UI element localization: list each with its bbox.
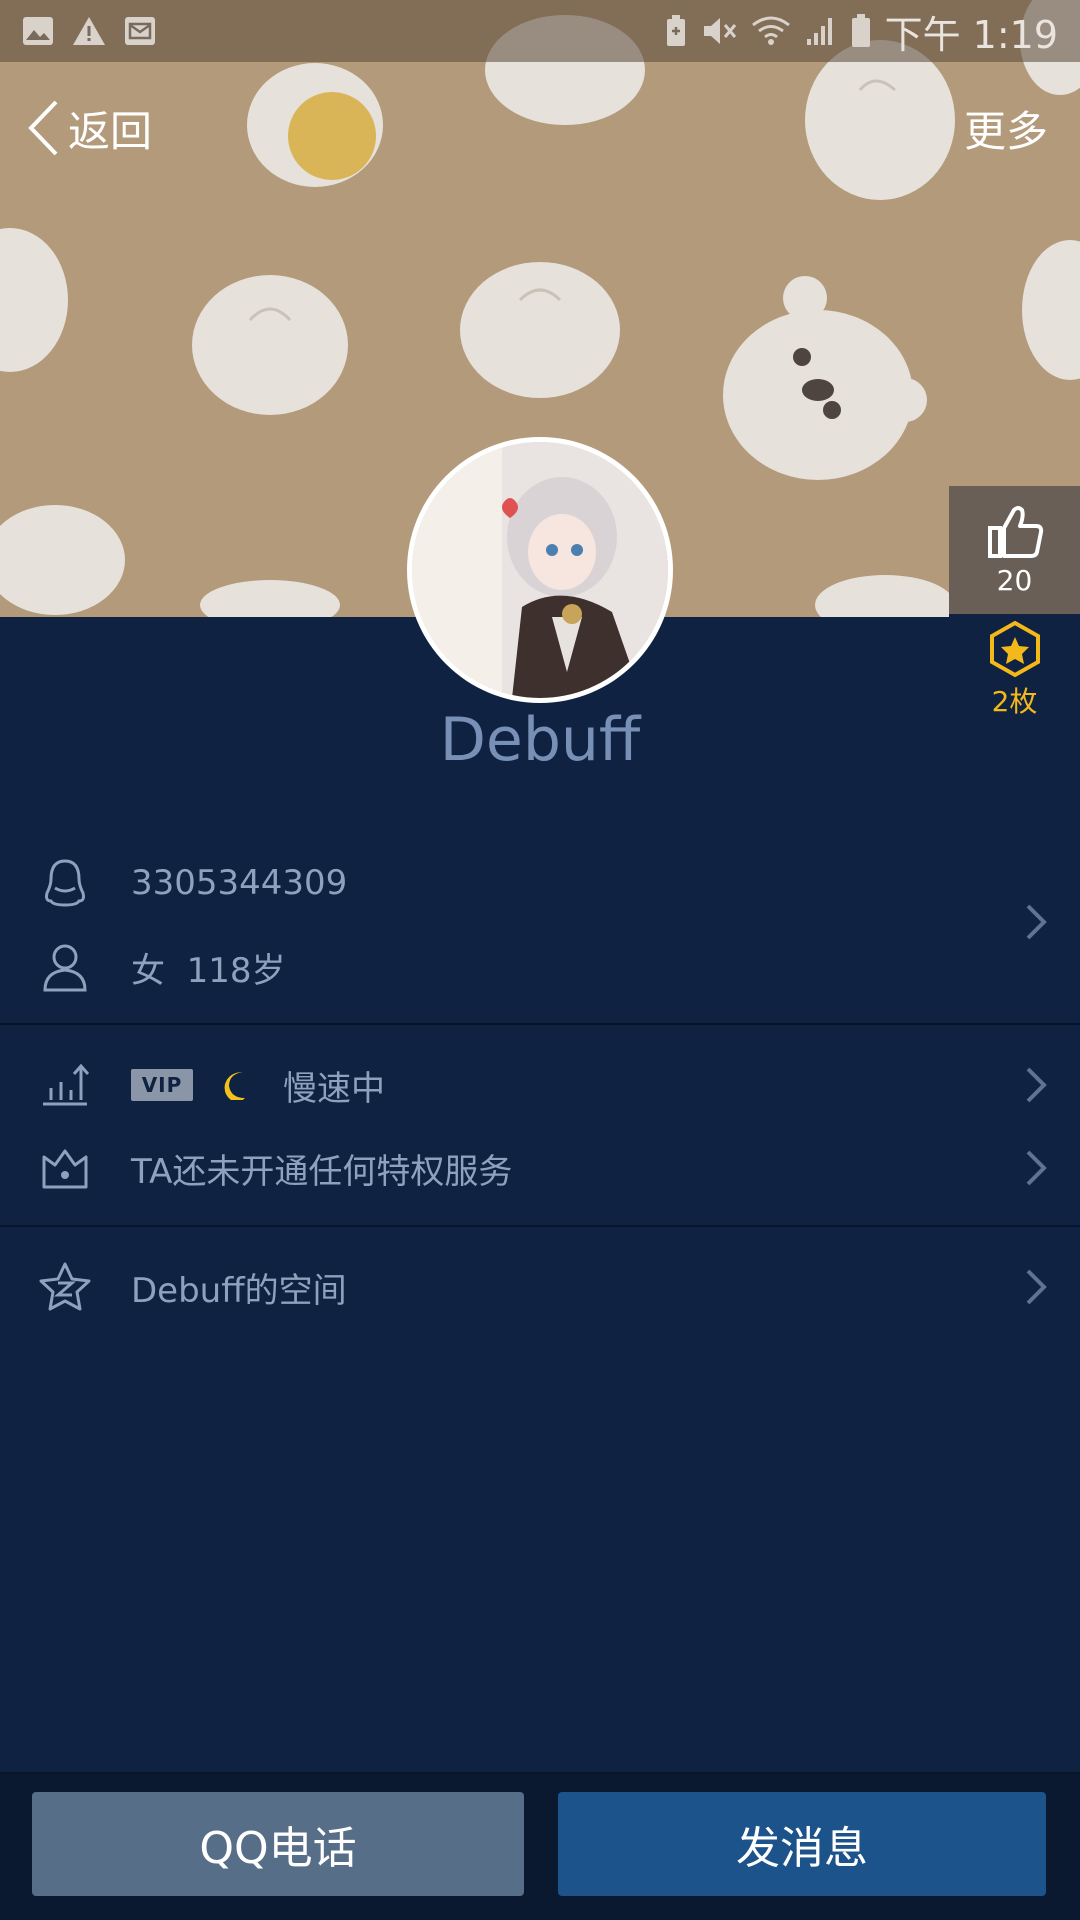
vip-tag: VIP [131,1069,193,1101]
level-chart-icon [38,1058,92,1112]
qq-call-button[interactable]: QQ电话 [32,1792,524,1896]
person-icon [38,940,92,994]
warning-icon [72,16,106,46]
privilege-row[interactable]: TA还未开通任何特权服务 [0,1135,1080,1201]
bottom-action-bar: QQ电话 发消息 [0,1772,1080,1920]
basic-info-chevron-icon[interactable] [1022,902,1050,942]
avatar[interactable] [407,437,673,703]
gender-age-row: 女 118岁 [0,934,1080,1000]
more-button[interactable]: 更多 [964,96,1048,160]
level-chevron-icon [1026,1067,1047,1103]
moon-icon [224,1072,245,1100]
status-bar: 下午 1:19 [0,0,1080,62]
qzone-star-icon [38,1260,92,1314]
qq-number-row: 3305344309 [0,850,1080,916]
profile-page: 下午 1:19 返回 更多 20 2枚 Debuff 3305344309 女 … [0,0,1080,1920]
crown-icon [38,1141,92,1195]
battery-saver-icon [665,15,687,47]
battery-icon [851,14,871,48]
divider [0,1023,1080,1025]
wifi-icon [751,15,791,47]
qzone-text: Debuff的空间 [131,1270,347,1311]
gender-age: 女 118岁 [131,950,286,991]
chevron-left-icon [28,100,58,156]
level-status: 慢速中 [283,1068,385,1109]
star-badge-icon [989,620,1040,678]
qq-number: 3305344309 [131,863,348,903]
privilege-chevron-icon [1026,1150,1047,1186]
side-stats: 20 2枚 [949,486,1080,741]
image-icon [22,16,54,46]
like-count: 20 [996,564,1033,597]
back-button[interactable]: 返回 [26,96,152,160]
back-label: 返回 [68,106,153,156]
status-time: 下午 1:19 [884,12,1058,57]
like-button[interactable]: 20 [949,486,1080,614]
qq-penguin-icon [38,856,92,910]
qzone-row[interactable]: Debuff的空间 [0,1254,1080,1320]
avatar-image [412,442,668,698]
divider [0,1225,1080,1227]
mail-icon [124,16,156,46]
send-message-button[interactable]: 发消息 [558,1792,1046,1896]
privilege-text: TA还未开通任何特权服务 [131,1151,513,1192]
level-row[interactable]: VIP 慢速中 [0,1052,1080,1118]
more-label: 更多 [963,106,1048,156]
nickname: Debuff [439,705,641,775]
signal-icon [805,15,837,47]
qzone-chevron-icon [1026,1269,1047,1305]
thumbs-up-icon [987,506,1043,558]
mute-icon [701,15,737,47]
